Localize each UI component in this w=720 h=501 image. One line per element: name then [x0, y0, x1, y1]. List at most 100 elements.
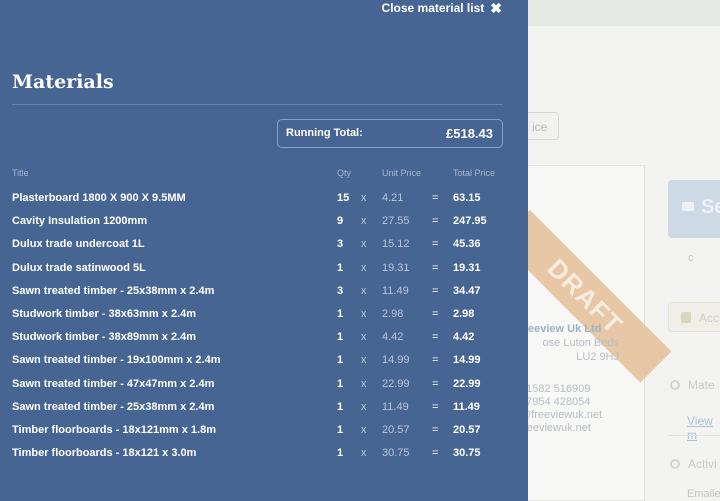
material-title: Cavity Insulation 1200mm	[12, 215, 148, 227]
material-row: Sawn treated timber - 25x38mm x 2.4m 1 x 11…	[0, 400, 528, 418]
materials-table-header: Title Qty Unit Price Total Price	[0, 168, 528, 186]
multiply-sign: x	[361, 308, 367, 320]
background-materials-label: Mate	[688, 378, 715, 392]
equals-sign: =	[432, 378, 439, 390]
multiply-sign: x	[361, 192, 367, 204]
running-total-label: Running Total:	[286, 127, 363, 139]
material-total-price: 34.47	[453, 285, 481, 297]
background-accept-button: Acc	[668, 302, 720, 332]
material-title: Sawn treated timber - 19x100mm x 2.4m	[12, 354, 221, 366]
tag-icon	[670, 380, 680, 390]
material-unit-price: 14.99	[382, 354, 410, 366]
material-title: Sawn treated timber - 25x38mm x 2.4m	[12, 401, 215, 413]
background-small-text: c	[688, 252, 694, 264]
material-title: Sawn treated timber - 25x38mm x 2.4m	[12, 285, 215, 297]
background-materials-heading: Mate	[670, 378, 715, 392]
multiply-sign: x	[361, 215, 367, 227]
equals-sign: =	[432, 238, 439, 250]
material-list-panel: Close material list ✖ Materials Running …	[0, 0, 528, 501]
material-title: Dulux trade undercoat 1L	[12, 238, 145, 250]
close-icon[interactable]: ✖	[490, 1, 502, 15]
material-qty: 1	[337, 447, 344, 459]
equals-sign: =	[432, 401, 439, 413]
multiply-sign: x	[361, 238, 367, 250]
material-unit-price: 2.98	[382, 308, 404, 320]
material-qty: 3	[337, 285, 344, 297]
material-title: Studwork timber - 38x63mm x 2.4m	[12, 308, 197, 320]
background-activity-label: Activi	[688, 457, 717, 471]
material-unit-price: 15.12	[382, 238, 410, 250]
multiply-sign: x	[361, 424, 367, 436]
background-send-label: Se	[701, 196, 720, 218]
material-unit-price: 11.49	[382, 285, 409, 297]
material-row: Cavity Insulation 1200mm 9 x 27.55 = 247.95	[0, 214, 528, 232]
equals-sign: =	[432, 308, 439, 320]
material-qty: 15	[337, 192, 350, 204]
material-row: Sawn treated timber - 19x100mm x 2.4m 1 x 1…	[0, 353, 528, 371]
material-row: Timber floorboards - 18x121mm x 1.8m 1 x 20…	[0, 423, 528, 441]
material-qty: 1	[337, 262, 344, 274]
material-total-price: 19.31	[453, 262, 481, 274]
equals-sign: =	[432, 354, 439, 366]
background-company-name: eeview Uk Ltd	[528, 323, 602, 335]
background-send-button: Se	[668, 180, 720, 238]
background-divider	[668, 435, 720, 436]
material-total-price: 45.36	[453, 238, 481, 250]
materials-title: Materials	[12, 71, 114, 93]
material-unit-price: 27.55	[382, 215, 410, 227]
material-total-price: 14.99	[453, 354, 481, 366]
material-total-price: 20.57	[453, 424, 481, 436]
material-title: Timber floorboards - 18x121 x 3.0m	[12, 447, 197, 459]
close-material-list-button[interactable]: Close material list ✖	[382, 1, 502, 15]
background-price-button-label: ice	[532, 120, 548, 134]
multiply-sign: x	[361, 331, 367, 343]
equals-sign: =	[432, 447, 439, 459]
thumbs-up-icon	[681, 312, 691, 323]
material-qty: 1	[337, 378, 344, 390]
equals-sign: =	[432, 285, 439, 297]
material-qty: 1	[337, 331, 344, 343]
multiply-sign: x	[361, 447, 367, 459]
background-contact-line: @freeviewuk.net	[520, 409, 603, 421]
material-row: Sawn treated timber - 25x38mm x 2.4m 3 x 11…	[0, 284, 528, 302]
multiply-sign: x	[361, 285, 367, 297]
material-qty: 1	[337, 401, 344, 413]
background-company-block: eeview Uk Ltd ose Luton Beds LU2 9HJ	[520, 322, 645, 364]
material-total-price: 247.95	[453, 215, 487, 227]
material-row: Dulux trade satinwood 5L 1 x 19.31 = 19.31	[0, 261, 528, 279]
background-activity-heading: Activi	[670, 457, 717, 471]
material-row: Timber floorboards - 18x121 x 3.0m 1 x 30.7…	[0, 446, 528, 464]
material-qty: 1	[337, 354, 344, 366]
material-total-price: 30.75	[453, 447, 481, 459]
material-unit-price: 4.42	[382, 331, 404, 343]
background-email-label: Emaile	[687, 488, 720, 500]
background-view-link: View m	[687, 414, 713, 442]
running-total-box: Running Total: £518.43	[277, 119, 503, 148]
column-header-total-price: Total Price	[453, 168, 496, 178]
material-unit-price: 4.21	[382, 192, 404, 204]
background-address-line: LU2 9HJ	[576, 351, 619, 363]
background-contact-line: freeviewuk.net	[520, 422, 591, 434]
material-unit-price: 19.31	[382, 262, 410, 274]
material-total-price: 63.15	[453, 192, 481, 204]
material-row: Dulux trade undercoat 1L 3 x 15.12 = 45.36	[0, 237, 528, 255]
close-material-list-label: Close material list	[381, 1, 485, 15]
material-unit-price: 30.75	[382, 447, 410, 459]
material-title: Dulux trade satinwood 5L	[12, 262, 146, 274]
material-row: Studwork timber - 38x89mm x 2.4m 1 x 4.42 = 4…	[0, 330, 528, 348]
envelope-icon	[682, 202, 694, 211]
equals-sign: =	[432, 215, 439, 227]
material-qty: 3	[337, 238, 344, 250]
material-total-price: 4.42	[453, 331, 475, 343]
equals-sign: =	[432, 192, 439, 204]
multiply-sign: x	[361, 354, 367, 366]
material-qty: 1	[337, 308, 344, 320]
equals-sign: =	[432, 424, 439, 436]
material-unit-price: 20.57	[382, 424, 410, 436]
material-unit-price: 22.99	[382, 378, 410, 390]
material-row: Plasterboard 1800 X 900 X 9.5MM 15 x 4.21 = 6…	[0, 191, 528, 209]
column-header-unit-price: Unit Price	[382, 168, 422, 178]
column-header-title: Title	[12, 168, 29, 178]
background-address-line: ose Luton Beds	[542, 337, 619, 349]
multiply-sign: x	[361, 262, 367, 274]
